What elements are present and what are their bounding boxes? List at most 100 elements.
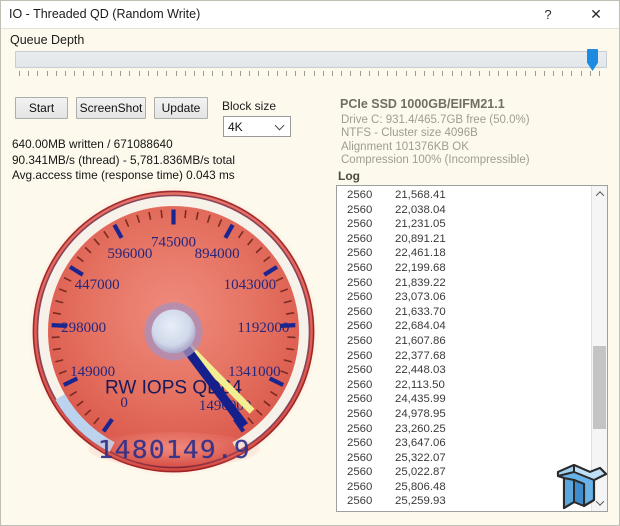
scrollbar-thumb[interactable] (593, 346, 606, 429)
log-row-value: 20,891.21 (395, 233, 446, 245)
log-label: Log (338, 169, 360, 183)
window-title: IO - Threaded QD (Random Write) (9, 7, 200, 21)
log-row-blocks: 2560 (337, 320, 395, 332)
log-row-blocks: 2560 (337, 291, 395, 303)
log-row[interactable]: 256022,461.18 (337, 247, 589, 262)
log-row[interactable]: 256022,684.04 (337, 320, 589, 335)
stats-written: 640.00MB written / 671088640 (12, 137, 235, 153)
drive-alignment: Alignment 101376KB OK (341, 141, 530, 154)
log-row[interactable]: 256021,633.70 (337, 306, 589, 321)
log-row[interactable]: 256022,199.68 (337, 262, 589, 277)
log-row-blocks: 2560 (337, 218, 395, 230)
log-row-value: 21,839.22 (395, 277, 446, 289)
log-row-value: 22,684.04 (395, 320, 446, 332)
log-row-value: 22,113.50 (395, 379, 445, 391)
log-row[interactable]: 256021,839.22 (337, 277, 589, 292)
log-row[interactable]: 256023,647.06 (337, 437, 589, 452)
log-row[interactable]: 256021,231.05 (337, 218, 589, 233)
log-row-value: 26,882.45 (395, 510, 446, 512)
log-row-blocks: 2560 (337, 481, 395, 493)
log-row-value: 24,978.95 (395, 408, 446, 420)
stats-block: 640.00MB written / 671088640 90.341MB/s … (12, 137, 235, 184)
tweaktown-logo-icon (550, 458, 610, 516)
log-row-blocks: 2560 (337, 510, 395, 512)
log-row-value: 22,038.04 (395, 204, 446, 216)
log-row-value: 25,322.07 (395, 452, 446, 464)
log-row-blocks: 2560 (337, 452, 395, 464)
screenshot-button[interactable]: ScreenShot (76, 97, 146, 119)
log-row-blocks: 2560 (337, 335, 395, 347)
log-row-value: 24,435.99 (395, 393, 446, 405)
block-size-select[interactable]: 4K (223, 116, 291, 137)
iops-gauge: 0149000298000447000596000745000894000104… (26, 184, 321, 479)
start-button[interactable]: Start (15, 97, 68, 119)
log-row[interactable]: 256021,568.41 (337, 189, 589, 204)
log-row-blocks: 2560 (337, 204, 395, 216)
gauge-scale-label: 1192000 (237, 320, 289, 336)
log-row[interactable]: 256022,448.03 (337, 364, 589, 379)
drive-compression: Compression 100% (Incompressible) (341, 154, 530, 167)
drive-info: Drive C: 931.4/465.7GB free (50.0%) NTFS… (341, 114, 530, 168)
log-row-value: 22,448.03 (395, 364, 446, 376)
log-row-value: 25,806.48 (395, 481, 446, 493)
gauge-scale-label: 894000 (195, 246, 240, 262)
lcd-value: 1480149.9 (97, 435, 250, 464)
log-row[interactable]: 256022,038.04 (337, 204, 589, 219)
block-size-label: Block size (222, 99, 276, 113)
stats-access-time: Avg.access time (response time) 0.043 ms (12, 168, 235, 184)
gauge-scale-label: 1043000 (224, 277, 277, 293)
log-row-blocks: 2560 (337, 306, 395, 318)
log-row-blocks: 2560 (337, 437, 395, 449)
log-row-value: 23,647.06 (395, 437, 446, 449)
queue-depth-slider[interactable] (15, 51, 607, 81)
app-window: IO - Threaded QD (Random Write) ? ✕ Queu… (0, 0, 620, 526)
log-row-blocks: 2560 (337, 408, 395, 420)
log-row[interactable]: 256024,435.99 (337, 393, 589, 408)
gauge-scale-label: 298000 (61, 320, 106, 336)
log-row-blocks: 2560 (337, 364, 395, 376)
block-size-value: 4K (228, 120, 243, 134)
log-row-blocks: 2560 (337, 379, 395, 391)
log-row-blocks: 2560 (337, 495, 395, 507)
log-row-value: 23,073.06 (395, 291, 446, 303)
log-row-value: 21,607.86 (395, 335, 446, 347)
log-row-blocks: 2560 (337, 189, 395, 201)
gauge-scale-label: 745000 (151, 235, 196, 251)
log-row-blocks: 2560 (337, 247, 395, 259)
log-row-blocks: 2560 (337, 423, 395, 435)
log-row-blocks: 2560 (337, 466, 395, 478)
close-button[interactable]: ✕ (575, 1, 617, 28)
log-row-value: 21,231.05 (395, 218, 446, 230)
log-row-value: 21,633.70 (395, 306, 446, 318)
gauge-scale-label: 447000 (75, 277, 120, 293)
log-row-value: 22,461.18 (395, 247, 446, 259)
log-row-blocks: 2560 (337, 277, 395, 289)
log-row[interactable]: 256020,891.21 (337, 233, 589, 248)
slider-track[interactable] (15, 51, 607, 68)
log-row[interactable]: 256023,260.25 (337, 423, 589, 438)
lcd-readout: 1480149.9 (88, 432, 260, 467)
log-row-value: 22,377.68 (395, 350, 446, 362)
log-row[interactable]: 256021,607.86 (337, 335, 589, 350)
log-row-blocks: 2560 (337, 262, 395, 274)
chevron-down-icon (276, 121, 285, 130)
drive-capacity: Drive C: 931.4/465.7GB free (50.0%) (341, 114, 530, 127)
log-row[interactable]: 256024,978.95 (337, 408, 589, 423)
log-row[interactable]: 256022,113.50 (337, 379, 589, 394)
log-row[interactable]: 256023,073.06 (337, 291, 589, 306)
gauge-scale-label: 596000 (107, 246, 152, 262)
log-row[interactable]: 256022,377.68 (337, 350, 589, 365)
log-row-blocks: 2560 (337, 233, 395, 245)
update-button[interactable]: Update (154, 97, 208, 119)
slider-ticks (15, 71, 607, 79)
help-button[interactable]: ? (527, 1, 569, 28)
stats-throughput: 90.341MB/s (thread) - 5,781.836MB/s tota… (12, 153, 235, 169)
scroll-up-icon[interactable] (592, 186, 607, 202)
log-row-value: 21,568.41 (395, 189, 446, 201)
log-row-blocks: 2560 (337, 393, 395, 405)
log-row-value: 22,199.68 (395, 262, 446, 274)
log-row-value: 23,260.25 (395, 423, 446, 435)
log-row-value: 25,022.87 (395, 466, 446, 478)
drive-filesystem: NTFS - Cluster size 4096B (341, 127, 530, 140)
drive-title: PCIe SSD 1000GB/EIFM21.1 (340, 97, 505, 111)
